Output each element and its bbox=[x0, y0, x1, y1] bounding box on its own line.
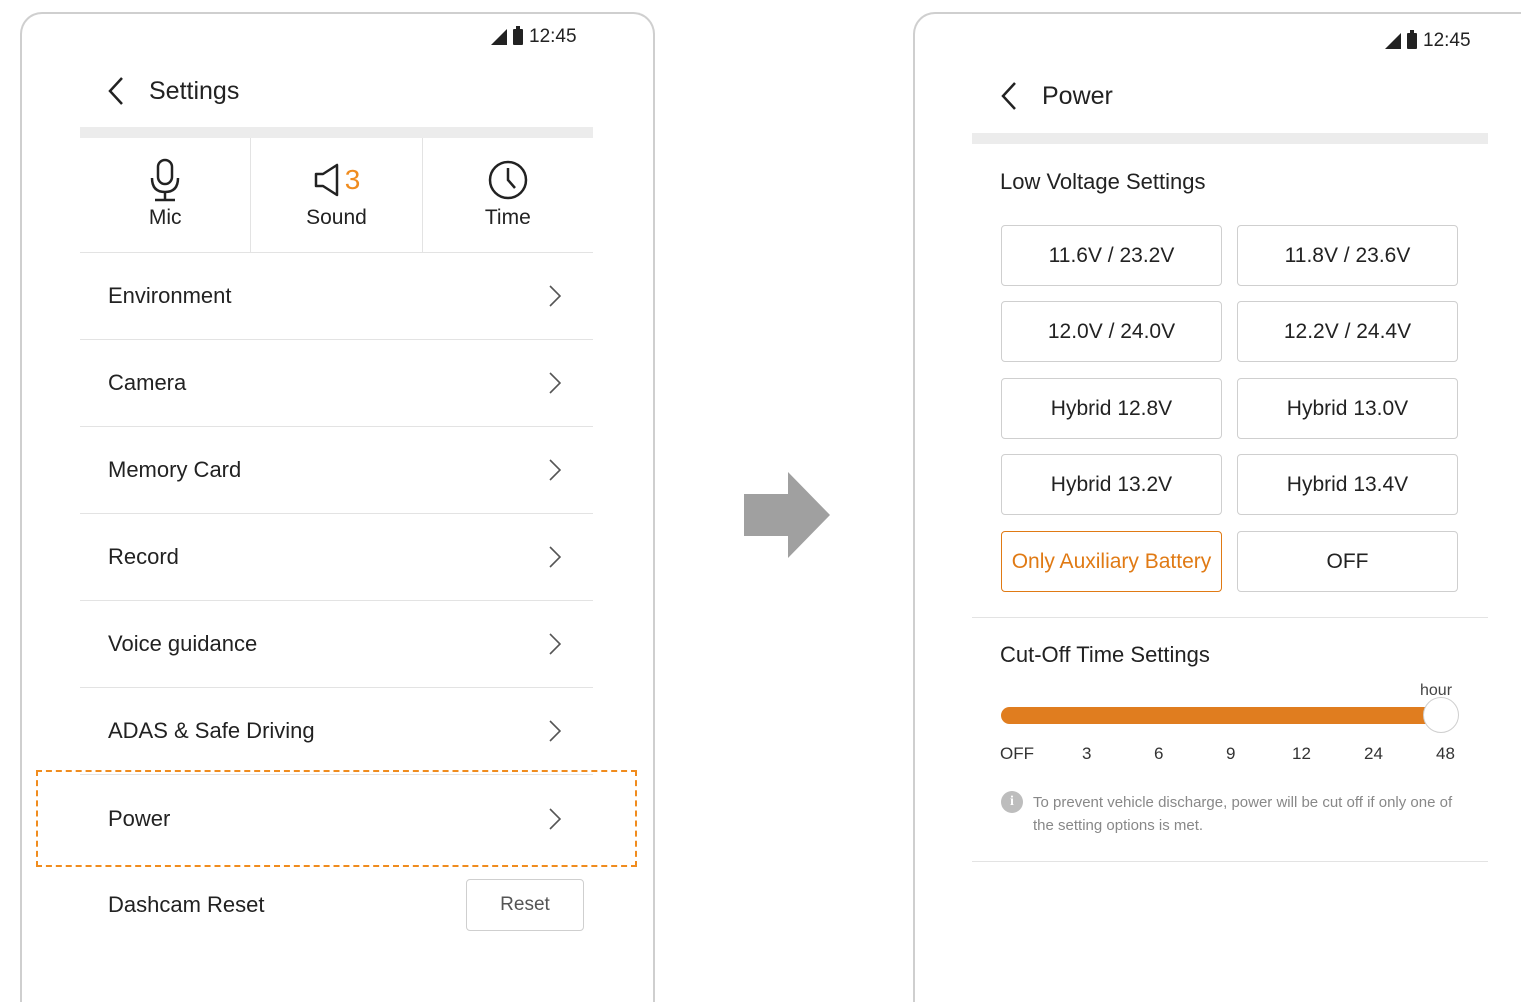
chevron-right-icon bbox=[545, 371, 565, 395]
power-header: Power bbox=[994, 81, 1113, 111]
chevron-right-icon bbox=[545, 284, 565, 308]
battery-icon bbox=[1407, 30, 1417, 49]
section-divider bbox=[972, 861, 1488, 862]
menu-item-camera[interactable]: Camera bbox=[80, 340, 593, 427]
header-divider bbox=[972, 133, 1488, 144]
menu-item-adas[interactable]: ADAS & Safe Driving bbox=[80, 688, 593, 775]
signal-icon bbox=[491, 29, 507, 45]
voltage-option-hybrid-12-8[interactable]: Hybrid 12.8V bbox=[1001, 378, 1222, 439]
menu-item-record[interactable]: Record bbox=[80, 514, 593, 601]
battery-icon bbox=[513, 26, 523, 45]
status-bar: 12:45 bbox=[491, 26, 577, 48]
voltage-option-12-2[interactable]: 12.2V / 24.4V bbox=[1237, 301, 1458, 362]
status-time: 12:45 bbox=[1423, 30, 1471, 51]
section-divider bbox=[972, 617, 1488, 618]
menu-item-label: Record bbox=[108, 544, 179, 569]
status-time: 12:45 bbox=[529, 26, 577, 47]
slider-tick: 24 bbox=[1364, 744, 1383, 763]
dashcam-reset-label: Dashcam Reset bbox=[108, 891, 265, 917]
header-divider bbox=[80, 127, 593, 138]
menu-item-label: Voice guidance bbox=[108, 631, 258, 656]
info-icon: i bbox=[1001, 791, 1023, 813]
sound-volume-value: 3 bbox=[344, 164, 361, 195]
slider-tick: 9 bbox=[1226, 744, 1236, 763]
cutoff-title: Cut-Off Time Settings bbox=[1000, 642, 1210, 667]
dashcam-reset-row: Dashcam Reset Reset bbox=[80, 862, 593, 947]
voltage-option-hybrid-13-2[interactable]: Hybrid 13.2V bbox=[1001, 454, 1222, 515]
cutoff-note-text: To prevent vehicle discharge, power will… bbox=[1033, 794, 1453, 834]
reset-button[interactable]: Reset bbox=[466, 878, 584, 931]
tile-mic-label: Mic bbox=[148, 206, 182, 229]
settings-header: Settings bbox=[101, 76, 239, 106]
clock-icon bbox=[487, 158, 529, 202]
menu-item-label: Memory Card bbox=[108, 457, 242, 482]
cutoff-slider-track[interactable] bbox=[1001, 707, 1441, 724]
speaker-icon bbox=[314, 163, 338, 197]
voltage-option-aux-battery[interactable]: Only Auxiliary Battery bbox=[1001, 531, 1222, 592]
signal-icon bbox=[1385, 33, 1401, 49]
slider-tick: 6 bbox=[1154, 744, 1164, 763]
chevron-right-icon bbox=[545, 458, 565, 482]
menu-item-environment[interactable]: Environment bbox=[80, 253, 593, 340]
chevron-right-icon bbox=[545, 719, 565, 743]
menu-item-label: ADAS & Safe Driving bbox=[108, 718, 315, 743]
chevron-right-icon bbox=[545, 632, 565, 656]
slider-tick: 48 bbox=[1436, 744, 1455, 763]
slider-tick: OFF bbox=[1000, 744, 1034, 763]
status-bar: 12:45 bbox=[1385, 30, 1471, 52]
tile-mic[interactable]: Mic bbox=[80, 138, 252, 252]
power-highlight-frame bbox=[36, 770, 637, 867]
slider-tick: 12 bbox=[1292, 744, 1311, 763]
back-icon[interactable] bbox=[101, 76, 131, 106]
menu-item-label: Camera bbox=[108, 370, 187, 395]
menu-item-voice-guidance[interactable]: Voice guidance bbox=[80, 601, 593, 688]
menu-item-label: Environment bbox=[108, 283, 232, 308]
tile-sound[interactable]: 3 Sound bbox=[251, 138, 423, 252]
low-voltage-title: Low Voltage Settings bbox=[1000, 169, 1206, 194]
cutoff-slider-handle[interactable] bbox=[1423, 697, 1459, 733]
sound-indicator: 3 bbox=[313, 158, 361, 202]
voltage-option-11-8[interactable]: 11.8V / 23.6V bbox=[1237, 225, 1458, 286]
menu-item-memory-card[interactable]: Memory Card bbox=[80, 427, 593, 514]
chevron-right-icon bbox=[545, 545, 565, 569]
voltage-option-11-6[interactable]: 11.6V / 23.2V bbox=[1001, 225, 1222, 286]
arrow-right-icon bbox=[744, 472, 830, 558]
voltage-option-off[interactable]: OFF bbox=[1237, 531, 1458, 592]
tile-sound-label: Sound bbox=[306, 206, 367, 229]
voltage-option-hybrid-13-0[interactable]: Hybrid 13.0V bbox=[1237, 378, 1458, 439]
slider-tick: 3 bbox=[1082, 744, 1092, 763]
voltage-option-hybrid-13-4[interactable]: Hybrid 13.4V bbox=[1237, 454, 1458, 515]
mic-icon bbox=[147, 158, 183, 202]
cutoff-note: i To prevent vehicle discharge, power wi… bbox=[1001, 791, 1471, 837]
voltage-option-12-0[interactable]: 12.0V / 24.0V bbox=[1001, 301, 1222, 362]
tile-time-label: Time bbox=[484, 206, 531, 229]
quick-tiles: Mic 3 Sound Time bbox=[80, 138, 593, 253]
back-icon[interactable] bbox=[994, 81, 1024, 111]
tile-time[interactable]: Time bbox=[423, 138, 593, 252]
page-title: Power bbox=[1042, 81, 1113, 110]
page-title: Settings bbox=[149, 76, 240, 105]
